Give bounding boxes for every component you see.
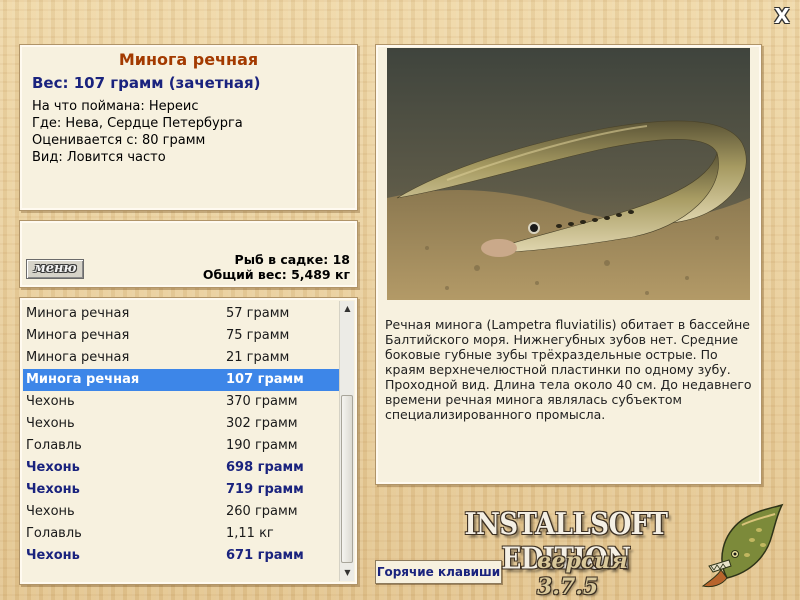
catch-item-name: Минога речная — [26, 372, 140, 387]
catch-list-item[interactable]: Минога речная 21 грамм — [23, 347, 341, 369]
catch-item-name: Чехонь — [26, 460, 80, 475]
fish-location: Где: Нева, Сердце Петербурга — [32, 116, 243, 131]
catch-item-weight: 21 грамм — [226, 350, 290, 365]
catch-item-weight: 370 грамм — [226, 394, 298, 409]
catch-list-rows: Минога речная 57 грамм Минога речная 75 гра… — [23, 303, 341, 567]
catch-item-name: Минога речная — [26, 328, 130, 343]
catch-list-item[interactable]: Чехонь 719 грамм — [23, 479, 341, 501]
catch-item-name: Голавль — [26, 526, 82, 541]
fish-value: Оценивается с: 80 грамм — [32, 133, 206, 148]
catch-item-weight: 698 грамм — [226, 460, 304, 475]
menu-button[interactable]: меню — [26, 259, 84, 279]
catch-item-name: Чехонь — [26, 416, 75, 431]
close-icon[interactable]: X — [771, 5, 793, 27]
fish-count: Рыб в садке: 18 — [234, 252, 350, 267]
catch-item-weight: 190 грамм — [226, 438, 298, 453]
catch-list-item[interactable]: Чехонь 671 грамм — [23, 545, 341, 567]
catch-list-item[interactable]: Чехонь 370 грамм — [23, 391, 341, 413]
fish-info-panel: Минога речная Вес: 107 грамм (зачетная) … — [19, 44, 358, 211]
fish-photo-panel: Речная минога (Lampetra fluviatilis) оби… — [375, 44, 762, 485]
catch-item-name: Чехонь — [26, 504, 75, 519]
catch-item-weight: 1,11 кг — [226, 526, 274, 541]
version-label: версия 3.7.5 — [537, 548, 628, 600]
catch-item-weight: 260 грамм — [226, 504, 298, 519]
catch-item-weight: 719 грамм — [226, 482, 304, 497]
catch-item-name: Чехонь — [26, 482, 80, 497]
catch-item-weight: 57 грамм — [226, 306, 290, 321]
catch-list-item[interactable]: Минога речная 75 грамм — [23, 325, 341, 347]
fish-description: Речная минога (Lampetra fluviatilis) оби… — [385, 317, 752, 422]
scrollbar[interactable]: ▲ ▼ — [339, 301, 354, 581]
catch-list-item[interactable]: Чехонь 302 грамм — [23, 413, 341, 435]
catch-list-item[interactable]: Минога речная 107 грамм — [23, 369, 341, 391]
total-weight: Общий вес: 5,489 кг — [202, 267, 350, 282]
catch-item-weight: 671 грамм — [226, 548, 304, 563]
pike-fish-logo-icon — [697, 500, 797, 590]
catch-list-item[interactable]: Голавль 190 грамм — [23, 435, 341, 457]
catch-list[interactable]: Минога речная 57 грамм Минога речная 75 гра… — [19, 297, 358, 585]
fish-photo — [387, 48, 750, 300]
catch-item-name: Чехонь — [26, 548, 80, 563]
catch-item-weight: 302 грамм — [226, 416, 298, 431]
fish-frequency: Вид: Ловится часто — [32, 150, 166, 165]
catch-list-item[interactable]: Чехонь 698 грамм — [23, 457, 341, 479]
catch-item-name: Чехонь — [26, 394, 75, 409]
fish-bait: На что поймана: Нереис — [32, 99, 199, 114]
catch-list-item[interactable]: Минога речная 57 грамм — [23, 303, 341, 325]
scroll-down-arrow-icon[interactable]: ▼ — [340, 565, 355, 581]
catch-list-item[interactable]: Чехонь 260 грамм — [23, 501, 341, 523]
fish-weight-line: Вес: 107 грамм (зачетная) — [32, 74, 261, 92]
catch-item-name: Минога речная — [26, 306, 130, 321]
catch-item-weight: 75 грамм — [226, 328, 290, 343]
catch-summary-panel: меню Рыб в садке: 18 Общий вес: 5,489 кг — [19, 220, 358, 288]
lamprey-illustration — [387, 48, 750, 300]
scroll-up-arrow-icon[interactable]: ▲ — [340, 301, 355, 317]
catch-item-name: Голавль — [26, 438, 82, 453]
catch-list-item[interactable]: Голавль 1,11 кг — [23, 523, 341, 545]
fish-name-title: Минога речная — [118, 50, 259, 69]
scroll-thumb[interactable] — [341, 395, 353, 563]
catch-item-name: Минога речная — [26, 350, 130, 365]
catch-item-weight: 107 грамм — [226, 372, 304, 387]
